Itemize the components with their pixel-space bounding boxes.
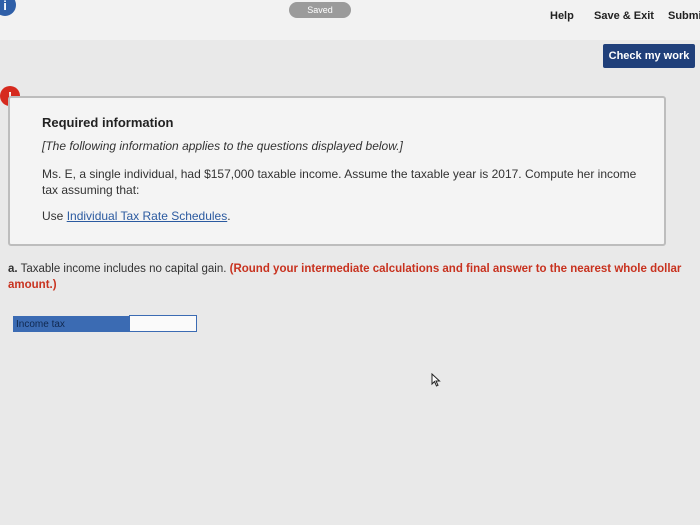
use-suffix: . [227,209,231,223]
income-tax-label: Income tax [13,316,129,332]
income-tax-input[interactable] [129,315,197,332]
saved-indicator: Saved [289,2,351,18]
question-a: a. Taxable income includes no capital ga… [8,261,698,293]
info-icon[interactable]: i [0,0,16,16]
save-exit-button[interactable]: Save & Exit [594,10,654,22]
check-my-work-button[interactable]: Check my work [603,44,695,68]
required-information-title: Required information [42,115,174,130]
tax-rate-schedules-link[interactable]: Individual Tax Rate Schedules [67,209,228,223]
question-letter: a. [8,263,18,275]
top-bar: i Saved Help Save & Exit Submi [0,0,700,40]
problem-statement: Ms. E, a single individual, had $157,000… [42,167,637,197]
mouse-pointer-icon [431,373,441,387]
question-text: Taxable income includes no capital gain. [17,263,230,275]
submit-button[interactable]: Submi [668,10,700,22]
tax-schedule-reference: Use Individual Tax Rate Schedules. [42,209,231,223]
applies-note: [The following information applies to th… [42,139,403,153]
required-information-panel: Required information [The following info… [8,96,666,246]
help-button[interactable]: Help [550,10,574,22]
use-prefix: Use [42,209,67,223]
